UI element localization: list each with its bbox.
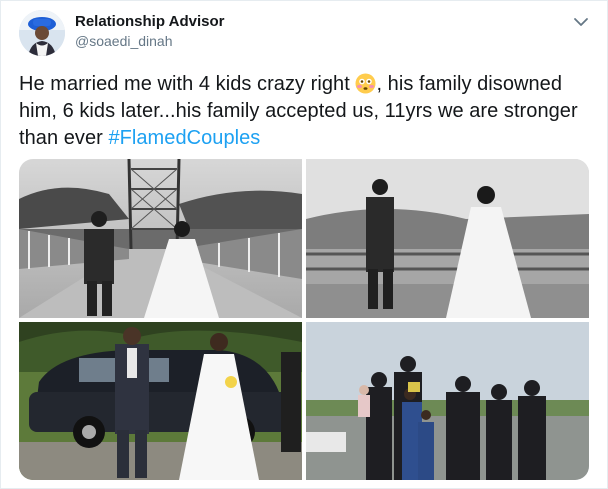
tweet-text-part-1: He married me with 4 kids crazy right: [19, 73, 356, 95]
wedding-photo-river[interactable]: [306, 159, 589, 318]
family-photo[interactable]: [306, 322, 589, 480]
author-name[interactable]: Relationship Advisor: [75, 13, 224, 30]
author-handle[interactable]: @soaedi_dinah: [75, 33, 173, 49]
wedding-photo-bridge[interactable]: [19, 159, 302, 318]
media-grid: [19, 159, 589, 480]
flushed-face-emoji: [355, 73, 376, 94]
wedding-photo-classic-car[interactable]: [19, 322, 302, 480]
chevron-down-icon[interactable]: [571, 13, 591, 31]
hashtag-link[interactable]: #FlamedCouples: [108, 127, 260, 149]
tweet-text: He married me with 4 kids crazy right , …: [19, 71, 591, 152]
tweet-card: Relationship Advisor @soaedi_dinah He ma…: [0, 0, 608, 489]
avatar[interactable]: [19, 10, 65, 56]
